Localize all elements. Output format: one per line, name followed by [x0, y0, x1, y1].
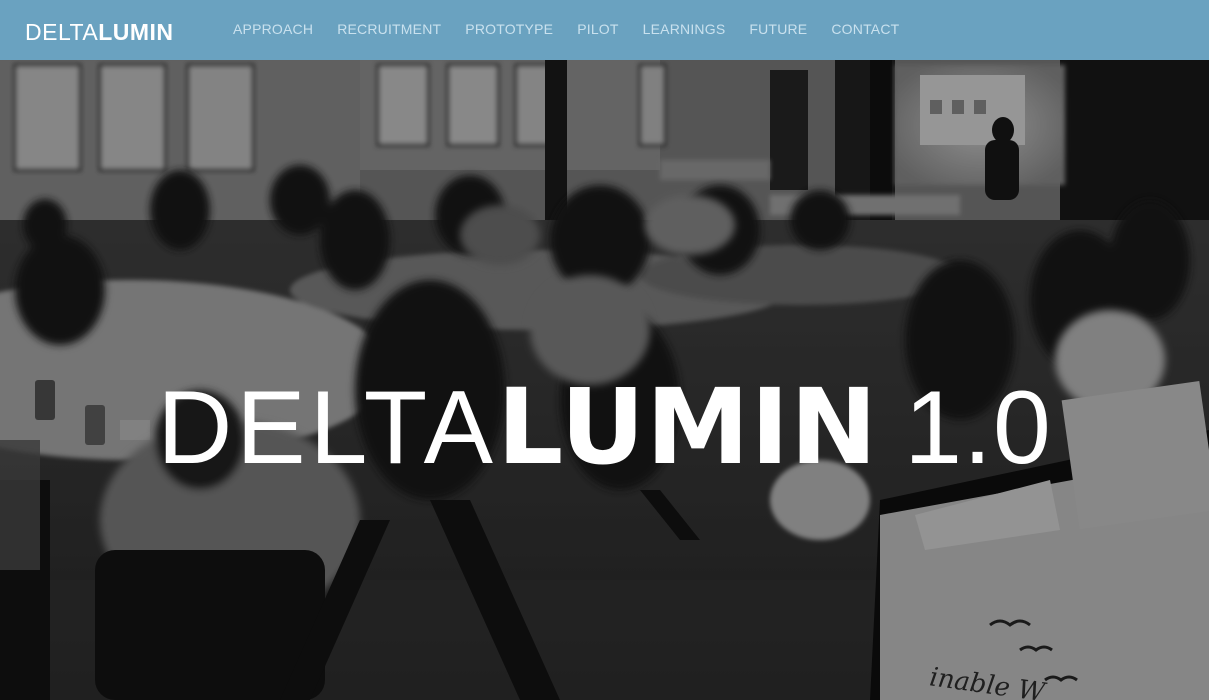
hero-section: inable W DELTALUMIN 1.0 [0, 60, 1209, 700]
brand-logo-bold: LUMIN [98, 19, 174, 45]
main-nav: APPROACH RECRUITMENT PROTOTYPE PILOT LEA… [221, 0, 911, 60]
hero-title-bold: LUMIN [496, 365, 879, 488]
top-navbar: DELTALUMIN APPROACH RECRUITMENT PROTOTYP… [0, 0, 1209, 60]
hero-title-version: 1.0 [904, 369, 1052, 486]
nav-link-contact[interactable]: CONTACT [831, 21, 899, 37]
nav-link-learnings[interactable]: LEARNINGS [643, 21, 726, 37]
nav-link-recruitment[interactable]: RECRUITMENT [337, 21, 441, 37]
brand-logo[interactable]: DELTALUMIN [25, 19, 174, 45]
nav-link-prototype[interactable]: PROTOTYPE [465, 21, 553, 37]
nav-link-pilot[interactable]: PILOT [577, 21, 618, 37]
hero-title-light: DELTA [157, 369, 497, 486]
nav-link-future[interactable]: FUTURE [749, 21, 807, 37]
brand-logo-light: DELTA [25, 19, 99, 45]
hero-title: DELTALUMIN 1.0 [0, 367, 1209, 488]
nav-link-approach[interactable]: APPROACH [233, 21, 313, 37]
